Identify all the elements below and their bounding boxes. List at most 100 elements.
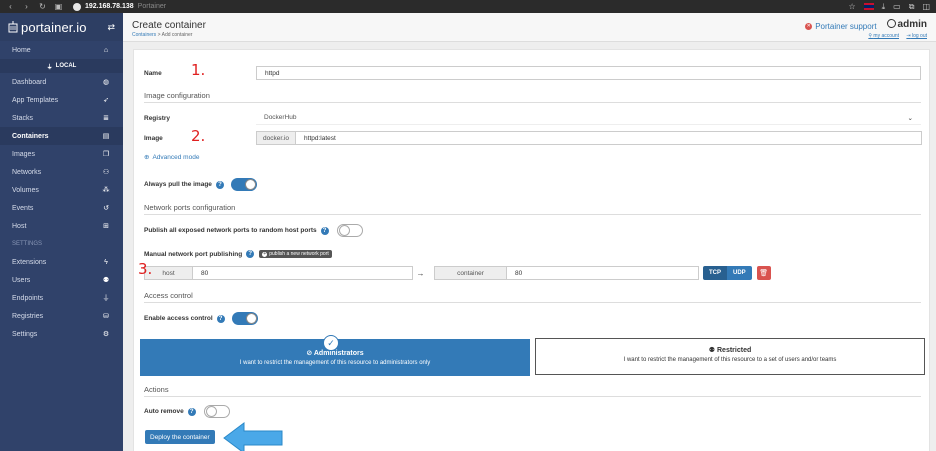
sidebar-header: portainer.io ⇄ [0,13,123,41]
sidebar-item-endpoints[interactable]: Endpoints ⏚ [0,289,123,307]
forward-icon[interactable]: › [22,2,31,11]
sidebar-item-host[interactable]: Host ⊞ [0,217,123,235]
account-links: ⚲ my account ⇥ log out [805,33,927,39]
arrow-right-icon: → [416,268,425,278]
sidebar-item-settings[interactable]: Settings ⚙ [0,325,123,343]
grid-icon: ⊞ [103,223,109,230]
administrators-title: ⊘ Administrators [141,349,529,357]
remove-port-button[interactable]: 🗑 [756,266,771,280]
access-control-title: Access control [144,291,921,303]
sidebar-item-events[interactable]: Events ↺ [0,199,123,217]
access-control-row: Enable access control ? [144,312,258,325]
toggle-knob [244,179,256,190]
sidebar-item-users[interactable]: Users ⚉ [0,271,123,289]
portainer-logo[interactable]: portainer.io [8,20,87,35]
sidebar-item-app-templates[interactable]: App Templates ➶ [0,91,123,109]
container-port-input[interactable]: 80 [506,266,699,280]
sidebar-item-volumes[interactable]: Volumes ⁂ [0,181,123,199]
page-title-in-bar: Portainer [137,3,167,10]
address-bar[interactable]: 192.168.78.138 [85,3,134,10]
bookmark-icon[interactable]: ☆ [848,2,855,11]
help-icon[interactable]: ? [216,314,225,323]
sidebar-item-registries[interactable]: Registries ⛁ [0,307,123,325]
tabs-icon[interactable]: ▣ [54,2,63,11]
registry-row: Registry DockerHub ⌄ [144,111,921,125]
sidebar-toggle-icon[interactable]: ⇄ [107,22,115,33]
log-out-link[interactable]: ⇥ log out [906,33,927,39]
sidebar-item-images[interactable]: Images ❐ [0,145,123,163]
breadcrumb-current: > Add container [156,32,193,38]
udp-button[interactable]: UDP [727,266,752,280]
browser-nav: ‹ › ↻ ▣ [6,2,63,11]
username: admin [886,19,927,30]
auto-remove-row: Auto remove ? [144,405,230,418]
endpoint-label: LOCAL [55,63,77,69]
restricted-option[interactable]: ⚉ Restricted I want to restrict the mana… [535,338,925,375]
sidebar-item-label: Networks [12,168,42,176]
help-icon[interactable]: ? [320,226,329,235]
deploy-button[interactable]: Deploy the container [145,430,215,444]
tcp-button[interactable]: TCP [703,266,727,280]
support-link[interactable]: ✕ Portainer support [805,22,877,31]
sidebar-item-label: Home [12,46,31,54]
protocol-toggle: TCP UDP [703,266,752,280]
always-pull-toggle[interactable] [230,178,257,191]
ports-config-title: Network ports configuration [144,203,921,215]
sidebar-item-dashboard[interactable]: Dashboard ◍ [0,73,123,91]
back-icon[interactable]: ‹ [6,2,15,11]
user-icon [886,19,896,28]
breadcrumb: Containers > Add container [132,32,192,38]
name-input[interactable]: httpd [256,66,921,80]
window-icon[interactable]: ▭ [893,2,901,11]
access-control-toggle[interactable] [231,312,258,325]
sidebar-item-networks[interactable]: Networks ⚇ [0,163,123,181]
sidebar: portainer.io ⇄ Home ⌂ ⏚ LOCAL Dashboard … [0,13,123,451]
sidebar-item-home[interactable]: Home ⌂ [0,41,123,59]
sitemap-icon: ⚇ [102,169,110,176]
advanced-mode-link[interactable]: ⊕ Advanced mode [144,153,199,162]
my-account-link[interactable]: ⚲ my account [868,33,899,39]
sidebar-item-label: Events [12,204,34,212]
always-pull-label: Always pull the image [144,181,212,188]
breadcrumb-containers-link[interactable]: Containers [132,32,156,38]
reload-icon[interactable]: ↻ [38,2,47,11]
sidebar-item-containers[interactable]: Containers ▤ [0,127,123,145]
extensions-icon[interactable]: ⧉ [909,2,915,12]
sidebar-item-label: Host [12,222,27,230]
bolt-icon: ϟ [104,258,108,266]
support-label: Portainer support [815,22,877,31]
flag-icon[interactable] [863,3,874,10]
registry-select[interactable]: DockerHub ⌄ [256,111,921,125]
rocket-icon: ➶ [103,97,109,104]
download-icon[interactable]: ⤓ [882,2,886,12]
server-icon: ▤ [102,133,110,140]
help-icon[interactable]: ? [215,180,224,189]
page-header: Create container Containers > Add contai… [123,13,936,42]
port-mapping-row: host 80 → container 80 TCP UDP 🗑 [144,266,771,280]
host-port-input[interactable]: 80 [192,266,413,280]
sidebar-item-extensions[interactable]: Extensions ϟ [0,253,123,271]
auto-remove-toggle[interactable] [203,405,230,418]
registry-value: DockerHub [264,114,297,121]
help-icon[interactable]: ? [246,250,255,258]
image-input[interactable]: httpd:latest [295,131,923,145]
publish-new-port-button[interactable]: + publish a new network port [259,250,332,258]
image-registry-prefix: docker.io [256,131,296,145]
publish-all-toggle[interactable] [336,224,363,237]
users-icon: ⚉ [708,347,716,354]
portainer-logo-icon [8,21,18,33]
sidebar-item-label: Images [12,150,35,158]
sidebar-item-label: Stacks [12,114,34,122]
check-icon: ✓ [323,335,339,351]
history-icon: ↺ [103,205,109,212]
sidebar-icon[interactable]: ◫ [922,2,930,11]
sidebar-item-stacks[interactable]: Stacks ≣ [0,109,123,127]
registry-label: Registry [144,114,171,122]
endpoint-name: ⏚ LOCAL [0,59,123,73]
page-title: Create container [132,20,206,31]
help-icon[interactable]: ? [187,407,196,416]
browser-toolbar: ‹ › ↻ ▣ 192.168.78.138 Portainer ☆ ⤓ ▭ ⧉… [0,0,936,13]
site-info-icon[interactable] [73,2,81,11]
manual-ports-label: Manual network port publishing [144,250,243,258]
sidebar-item-label: Endpoints [12,294,44,302]
